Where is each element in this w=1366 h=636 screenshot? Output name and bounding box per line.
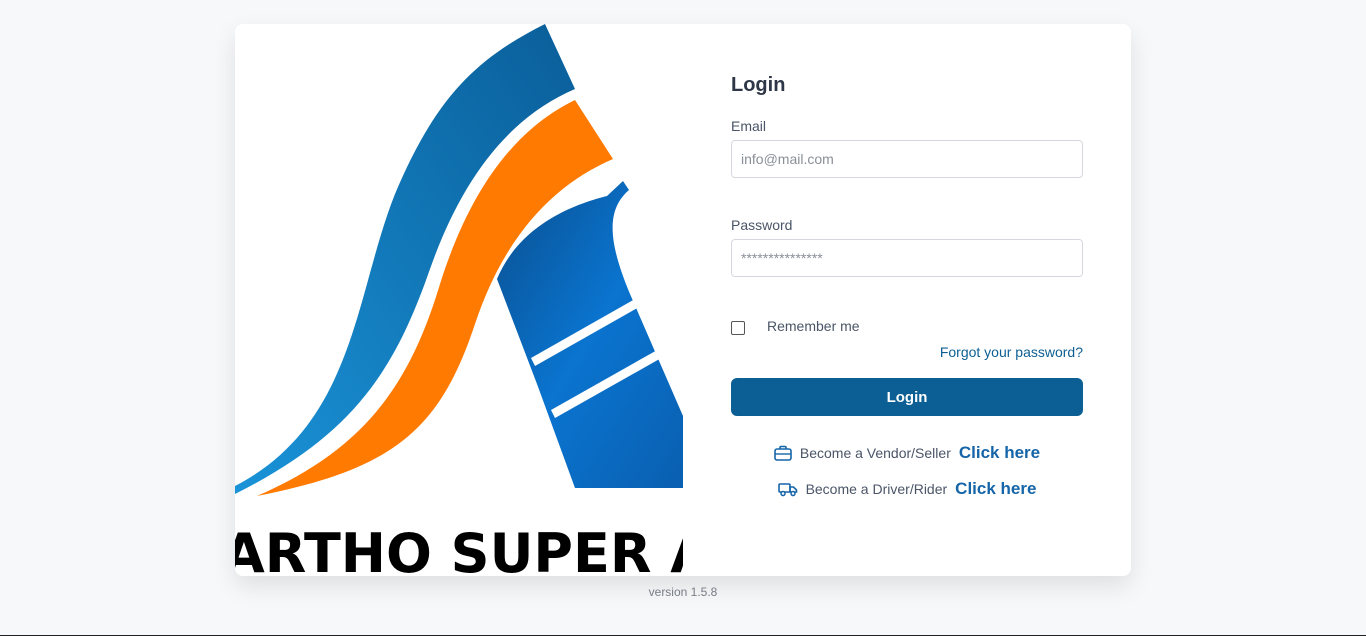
login-button[interactable]: Login [731,378,1083,416]
email-label: Email [731,118,767,134]
logo-wordmark: ARTHO SUPER APP [235,522,683,576]
truck-icon [777,481,798,497]
remember-me-label: Remember me [767,318,860,334]
login-form: Login Email Password Remember me Forgot … [731,24,1083,576]
login-card: ARTHO SUPER APP Login Email Password Rem… [235,24,1131,576]
version-label: version 1.5.8 [648,585,718,599]
driver-signup-row: Become a Driver/Rider Click here [731,479,1083,499]
remember-me-checkbox[interactable] [731,321,745,335]
remember-me-row: Remember me [731,316,1083,336]
forgot-password-link[interactable]: Forgot your password? [940,344,1083,360]
vendor-signup-link[interactable]: Click here [959,443,1040,463]
brand-logo-graphic: ARTHO SUPER APP [235,24,683,576]
login-title: Login [731,74,786,96]
driver-signup-link[interactable]: Click here [955,479,1036,499]
password-input[interactable] [731,239,1083,277]
driver-signup-text: Become a Driver/Rider [805,481,948,497]
vendor-signup-row: Become a Vendor/Seller Click here [731,443,1083,463]
password-label: Password [731,217,793,233]
email-input[interactable] [731,140,1083,178]
briefcase-icon [774,445,792,461]
vendor-signup-text: Become a Vendor/Seller [799,445,951,461]
brand-logo: ARTHO SUPER APP [235,24,683,576]
